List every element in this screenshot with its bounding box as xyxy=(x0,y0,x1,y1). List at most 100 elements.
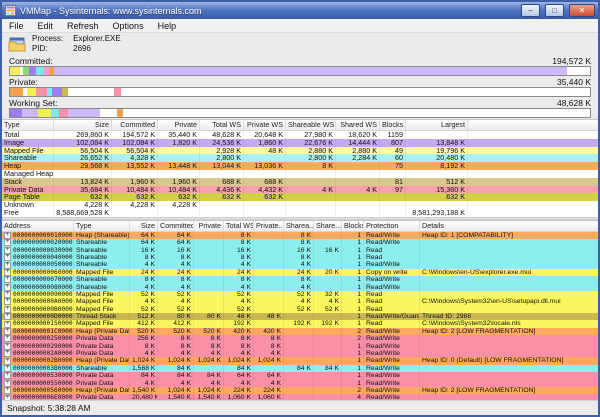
details-col-total-ws[interactable]: Total WS xyxy=(224,221,254,231)
menu-edit[interactable]: Edit xyxy=(31,19,61,33)
expand-icon[interactable]: + xyxy=(4,306,11,313)
summary-row-stack[interactable]: Stack13,824 K1,960 K1,960 K688 K688 K815… xyxy=(2,178,598,186)
detail-row[interactable]: +00000000000B0000Mapped File52 K52 K52 K… xyxy=(2,306,598,313)
detail-row[interactable]: +00000000002A0000Private Data4 K4 K4 K4 … xyxy=(2,350,598,357)
details-col-type[interactable]: Type xyxy=(74,221,130,231)
summary-col-size[interactable]: Size xyxy=(54,120,112,130)
type-cell: Heap (Private Data) xyxy=(74,357,130,364)
expand-icon[interactable]: + xyxy=(4,350,11,357)
expand-icon[interactable]: + xyxy=(4,328,11,335)
detail-row[interactable]: +0000000000550000Private Data4 K4 K4 K4 … xyxy=(2,380,598,387)
expand-icon[interactable]: + xyxy=(4,365,11,372)
summary-col-shareable-ws[interactable]: Shareable WS xyxy=(286,120,336,130)
detail-row[interactable]: +00000000001C0000Heap (Private Data)520 … xyxy=(2,328,598,335)
menu-refresh[interactable]: Refresh xyxy=(60,19,106,33)
details-col-private[interactable]: Private... xyxy=(254,221,284,231)
detail-row[interactable]: +00000000000D0000Thread Stack512 K80 K80… xyxy=(2,313,598,320)
protection-cell: Read/Write xyxy=(364,261,420,268)
details-col-details[interactable]: Details xyxy=(420,221,598,231)
summary-row-unknown[interactable]: Unknown4,228 K4,228 K4,228 K xyxy=(2,201,598,209)
address-text: 0000000000050000 xyxy=(13,261,73,268)
type-cell: Thread Stack xyxy=(74,313,130,320)
details-cell xyxy=(420,276,598,283)
expand-icon[interactable]: + xyxy=(4,276,11,283)
memory-segment xyxy=(38,109,51,117)
protection-cell: Copy on write xyxy=(364,269,420,276)
maximize-button[interactable]: □ xyxy=(545,4,564,17)
expand-icon[interactable]: + xyxy=(4,269,11,276)
summary-row-image[interactable]: Image102,084 K102,084 K1,820 K24,536 K1,… xyxy=(2,139,598,147)
expand-icon[interactable]: + xyxy=(4,380,11,387)
detail-row[interactable]: +0000000000290000Private Data8 K8 K8 K8 … xyxy=(2,343,598,350)
detail-row[interactable]: +0000000000150000Mapped File412 K412 K19… xyxy=(2,320,598,327)
expand-icon[interactable]: + xyxy=(4,358,11,365)
summary-col-total-ws[interactable]: Total WS xyxy=(200,120,244,130)
menu-options[interactable]: Options xyxy=(106,19,151,33)
details-col-blocks[interactable]: Blocks xyxy=(342,221,364,231)
detail-row[interactable]: +00000000002B0000Heap (Private Data)1,02… xyxy=(2,357,598,364)
close-button[interactable]: ✕ xyxy=(569,4,595,17)
expand-icon[interactable]: + xyxy=(4,298,11,305)
expand-icon[interactable]: + xyxy=(4,321,11,328)
expand-icon[interactable]: + xyxy=(4,239,11,246)
gauge-private: Private:35,440 K xyxy=(9,77,591,97)
detail-row[interactable]: +0000000000560000Heap (Private Data)1,54… xyxy=(2,387,598,394)
process-info: Process: Explorer.EXE PID: 2696 xyxy=(32,34,121,54)
summary-col-largest[interactable]: Largest xyxy=(406,120,468,130)
expand-icon[interactable]: + xyxy=(4,291,11,298)
expand-icon[interactable]: + xyxy=(4,387,11,394)
details-col-sharea[interactable]: Sharea... xyxy=(284,221,314,231)
minimize-button[interactable]: – xyxy=(521,4,540,17)
title-bar[interactable]: VMMap - Sysinternals: www.sysinternals.c… xyxy=(2,2,598,19)
detail-row[interactable]: +0000000000090000Mapped File52 K52 K52 K… xyxy=(2,291,598,298)
summary-row-mapped-file[interactable]: Mapped File56,504 K56,504 K2,928 K48 K2,… xyxy=(2,147,598,155)
expand-icon[interactable]: + xyxy=(4,335,11,342)
summary-col-type[interactable]: Type xyxy=(2,120,54,130)
detail-row[interactable]: +0000000000250000Private Data256 K8 K8 K… xyxy=(2,335,598,342)
menu-help[interactable]: Help xyxy=(151,19,184,33)
details-col-protection[interactable]: Protection xyxy=(364,221,420,231)
details-col-size[interactable]: Size xyxy=(130,221,158,231)
summary-col-shared-ws[interactable]: Shared WS xyxy=(336,120,380,130)
detail-row[interactable]: +0000000000530000Private Data84 K84 K84 … xyxy=(2,372,598,379)
memory-bar xyxy=(9,66,591,76)
details-cell xyxy=(420,343,598,350)
summary-row-heap[interactable]: Heap29,568 K13,552 K13,448 K13,044 K13,0… xyxy=(2,162,598,170)
summary-col-blocks[interactable]: Blocks xyxy=(380,120,406,130)
menu-file[interactable]: File xyxy=(2,19,31,33)
type-cell: Private Data xyxy=(74,380,130,387)
expand-icon[interactable]: + xyxy=(4,232,11,239)
summary-row-private-data[interactable]: Private Data35,684 K10,484 K10,484 K4,43… xyxy=(2,186,598,194)
detail-row[interactable]: +0000000000030000Shareable16 K16 K16 K16… xyxy=(2,247,598,254)
expand-icon[interactable]: + xyxy=(4,313,11,320)
summary-col-committed[interactable]: Committed xyxy=(112,120,158,130)
detail-row[interactable]: +0000000000080000Shareable4 K4 K4 K4 K1R… xyxy=(2,284,598,291)
details-col-private[interactable]: Private xyxy=(194,221,224,231)
gauge-label: Committed: xyxy=(9,56,52,66)
summary-col-private-ws[interactable]: Private WS xyxy=(244,120,286,130)
summary-row-page-table[interactable]: Page Table632 K632 K632 K632 K632 K632 K xyxy=(2,193,598,201)
detail-row[interactable]: +0000000000050000Shareable4 K4 K4 K4 K1R… xyxy=(2,261,598,268)
detail-row[interactable]: +0000000000060000Mapped File24 K24 K24 K… xyxy=(2,269,598,276)
detail-row[interactable]: +0000000000070000Shareable8 K8 K8 K8 K1R… xyxy=(2,276,598,283)
expand-icon[interactable]: + xyxy=(4,254,11,261)
details-col-address[interactable]: Address xyxy=(2,221,74,231)
summary-row-total[interactable]: Total269,860 K194,572 K35,440 K48,628 K2… xyxy=(2,131,598,139)
expand-icon[interactable]: + xyxy=(4,262,11,269)
detail-row[interactable]: +0000000000040000Shareable8 K8 K8 K8 K1R… xyxy=(2,254,598,261)
expand-icon[interactable]: + xyxy=(4,247,11,254)
summary-col-private[interactable]: Private xyxy=(158,120,200,130)
summary-row-free[interactable]: Free8,588,669,528 K8,581,293,188 K xyxy=(2,209,598,217)
detail-row[interactable]: +00000000000A0000Mapped File4 K4 K4 K4 K… xyxy=(2,298,598,305)
details-col-committed[interactable]: Committed xyxy=(158,221,194,231)
detail-row[interactable]: +00000000003B0000Shareable1,568 K84 K84 … xyxy=(2,365,598,372)
summary-row-managed-heap[interactable]: Managed Heap xyxy=(2,170,598,178)
detail-row[interactable]: +0000000000010000Heap (Shareable)64 K64 … xyxy=(2,232,598,239)
expand-icon[interactable]: + xyxy=(4,343,11,350)
expand-icon[interactable]: + xyxy=(4,372,11,379)
details-col-share[interactable]: Share... xyxy=(314,221,342,231)
expand-icon[interactable]: + xyxy=(4,284,11,291)
summary-row-shareable[interactable]: Shareable26,652 K4,328 K2,800 K2,800 K2,… xyxy=(2,154,598,162)
detail-row[interactable]: +0000000000020000Shareable64 K64 K8 K8 K… xyxy=(2,239,598,246)
address-text: 0000000000070000 xyxy=(13,276,73,283)
